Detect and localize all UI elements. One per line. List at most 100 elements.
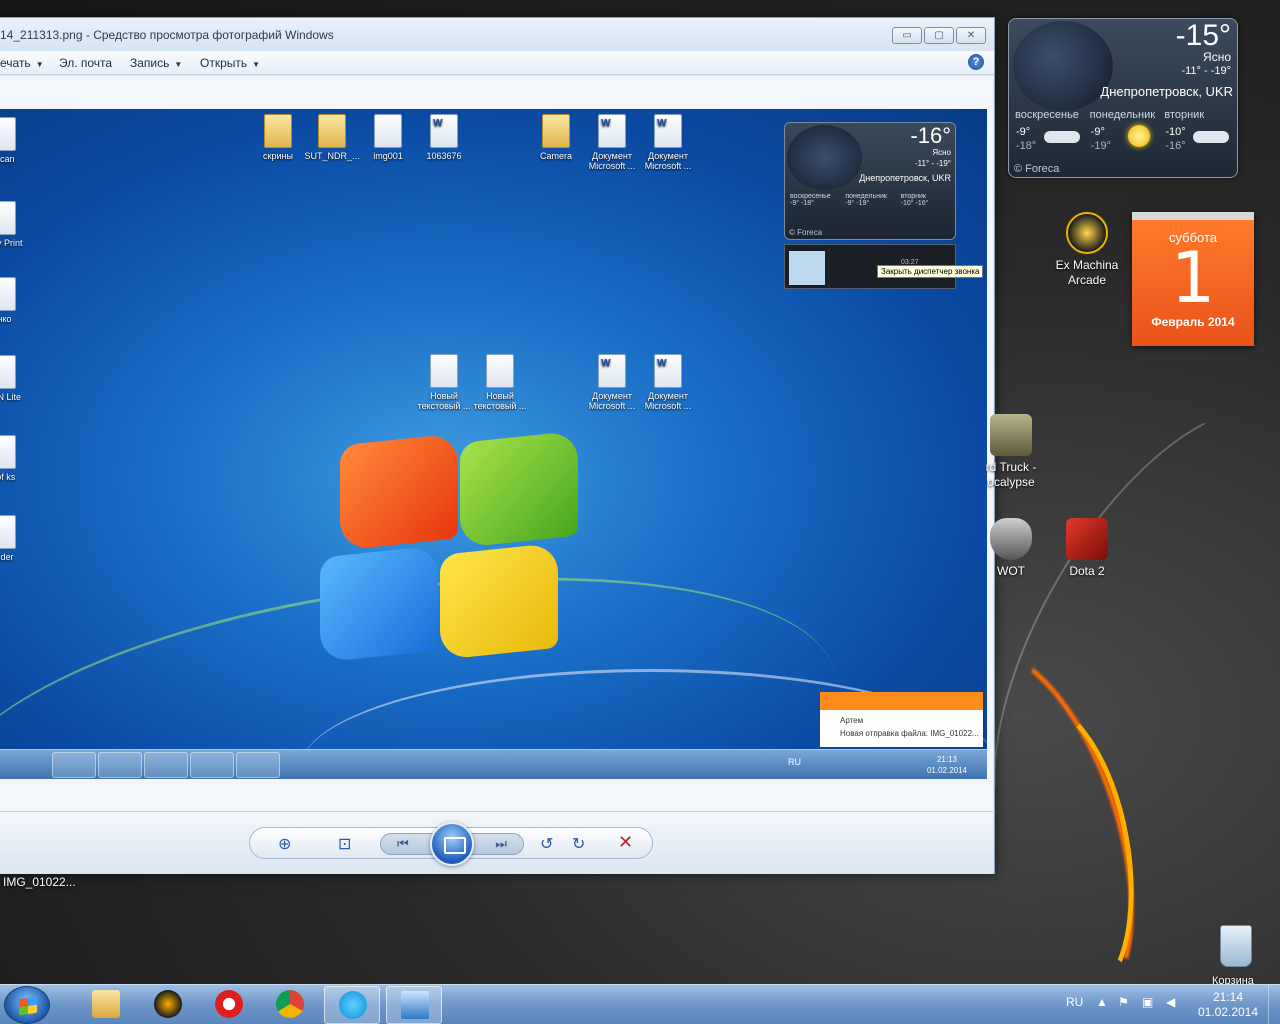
skype-notification: Артем Новая отправка файла: IMG_01022... — [820, 692, 983, 747]
weather-city: Днепропетровск, UKR — [859, 173, 951, 183]
tooltip: Закрыть диспетчер звонка — [877, 265, 984, 278]
truck-icon — [990, 414, 1032, 456]
next-icon[interactable]: ⏭ — [495, 836, 507, 852]
weather-credit: © Foreca — [789, 228, 823, 237]
volume-icon[interactable]: ◀ — [1166, 995, 1175, 1009]
weather-range: -11° - -19° — [1181, 65, 1231, 77]
viewer-toolbar: ⊕ ⊡ ⏮ ⏭ ↺ ↻ ✕ — [0, 811, 993, 874]
avatar — [789, 251, 825, 285]
zoom-icon[interactable]: ⊕ — [278, 834, 291, 854]
weather-range: -11° - -19° — [914, 159, 951, 168]
delete-icon[interactable]: ✕ — [618, 832, 633, 853]
taskbar-chrome[interactable] — [262, 986, 318, 1024]
desktop-icon: Новый текстовый ... — [470, 354, 530, 411]
calendar-month: Февраль 2014 — [1151, 315, 1235, 329]
lang-indicator[interactable]: RU — [1066, 995, 1083, 1009]
calendar-gadget[interactable]: суббота 1 Февраль 2014 — [1132, 212, 1254, 346]
desktop-icon: Документ Microsoft ... — [582, 354, 642, 411]
displayed-screenshot: l Scan Easy Print енко MON Lite d of ks … — [0, 109, 987, 779]
chrome-icon — [52, 752, 96, 778]
windows-logo — [320, 420, 580, 682]
forecast-day: вторник -10° -16° — [1160, 109, 1235, 157]
opera-icon — [215, 990, 243, 1018]
recycle-bin-icon — [1220, 925, 1252, 967]
rotate-right-icon[interactable]: ↻ — [572, 834, 585, 854]
desktop-icon: SUT_NDR_... — [302, 114, 362, 161]
menu-email[interactable]: Эл. почта — [59, 56, 112, 70]
taskbar-skype[interactable] — [324, 986, 380, 1024]
sun-icon — [1128, 125, 1151, 147]
cloud-icon — [1043, 131, 1080, 143]
desktop-icon: Документ Microsoft ... — [638, 354, 698, 411]
desktop-icon-wot[interactable]: WOT — [971, 518, 1051, 579]
taskbar-explorer[interactable] — [78, 986, 134, 1024]
weather-city: Днепропетровск, UKR — [1100, 84, 1233, 99]
rotate-left-icon[interactable]: ↺ — [540, 834, 553, 854]
action-center-icon[interactable]: ⚑ — [1118, 995, 1129, 1009]
menu-print[interactable]: ечать ▼ — [0, 56, 44, 70]
taskbar-opera[interactable] — [201, 986, 257, 1024]
desktop-icon-label[interactable]: IMG_01022... — [3, 875, 76, 889]
window-titlebar[interactable]: 14_211313.png - Средство просмотра фотог… — [0, 18, 994, 51]
utorrent-icon — [144, 752, 188, 778]
taskbar: RU ▲ ⚑ ▣ ◀ 21:14 01.02.2014 — [0, 984, 1280, 1024]
inner-taskbar: RU 21:13 01.02.2014 — [0, 749, 987, 779]
minimize-button[interactable]: ▭ — [892, 27, 922, 44]
desktop-icon-truck[interactable]: rd Truck - ocalypse — [971, 414, 1051, 490]
skype-icon — [339, 991, 367, 1019]
weather-cond: Ясно — [1203, 50, 1231, 64]
desktop-icon: d of ks — [0, 435, 32, 482]
help-icon[interactable]: ? — [968, 54, 984, 70]
desktop-icon-dota[interactable]: Dota 2 — [1047, 518, 1127, 579]
image-view-area[interactable]: l Scan Easy Print енко MON Lite d of ks … — [0, 76, 993, 828]
desktop-icon-recycle-bin[interactable]: Корзина — [1212, 925, 1256, 987]
weather-cond: Ясно — [932, 148, 951, 157]
calendar-day: 1 — [1170, 237, 1216, 319]
app-icon — [98, 752, 142, 778]
cloud-icon — [1193, 131, 1230, 143]
dota-icon — [1066, 518, 1108, 560]
moon-icon — [787, 125, 862, 190]
desktop-icon: енко — [0, 277, 32, 324]
taskbar-photo-viewer[interactable] — [386, 986, 442, 1024]
weather-gadget[interactable]: -15° Ясно -11° - -19° Днепропетровск, UK… — [1008, 18, 1238, 178]
weather-gadget-inner: -16° Ясно -11° - -19° Днепропетровск, UK… — [784, 122, 956, 240]
photo-viewer-icon — [401, 991, 429, 1019]
maximize-button[interactable]: ▢ — [924, 27, 954, 44]
close-button[interactable]: ✕ — [956, 27, 986, 44]
desktop-icon: Документ Microsoft ... — [582, 114, 642, 171]
menu-burn[interactable]: Запись ▼ — [130, 56, 182, 70]
desktop-icon: Camera — [526, 114, 586, 161]
window-title: 14_211313.png - Средство просмотра фотог… — [0, 28, 334, 42]
menu-open[interactable]: Открыть ▼ — [200, 56, 260, 70]
desktop-icon: Новый текстовый ... — [414, 354, 474, 411]
skype-icon — [190, 752, 234, 778]
desktop-icon-exmachina[interactable]: Ex Machina Arcade — [1047, 212, 1127, 288]
show-hidden-icons[interactable]: ▲ — [1096, 995, 1108, 1009]
taskbar-aimp[interactable] — [140, 986, 196, 1024]
aimp-icon — [154, 990, 182, 1018]
slideshow-button[interactable] — [430, 822, 474, 866]
previous-icon[interactable]: ⏮ — [397, 836, 409, 852]
forecast-day: воскресенье -9° -18° — [1015, 109, 1080, 152]
desktop-icon: MON Lite — [0, 355, 32, 402]
actual-size-icon[interactable]: ⊡ — [338, 834, 351, 854]
desktop-icon: 1063676 — [414, 114, 474, 161]
folder-icon — [92, 990, 120, 1018]
desktop-icon: Easy Print — [0, 201, 32, 248]
show-desktop-button[interactable] — [1268, 985, 1280, 1024]
network-icon[interactable]: ▣ — [1142, 995, 1153, 1009]
paint-icon — [236, 752, 280, 778]
weather-credit: © Foreca — [1014, 163, 1060, 175]
system-clock[interactable]: 21:14 01.02.2014 — [1193, 990, 1263, 1020]
chrome-icon — [276, 990, 304, 1018]
desktop-icon: l Scan — [0, 117, 32, 164]
exmachina-icon — [1066, 212, 1108, 254]
weather-temp: -16° — [910, 123, 951, 148]
wot-icon — [990, 518, 1032, 560]
desktop-icon: under — [0, 515, 32, 562]
desktop-icon: img001 — [358, 114, 418, 161]
windows-flag-icon — [19, 996, 37, 1016]
start-button[interactable] — [4, 986, 50, 1024]
lang-indicator: RU — [788, 757, 801, 767]
